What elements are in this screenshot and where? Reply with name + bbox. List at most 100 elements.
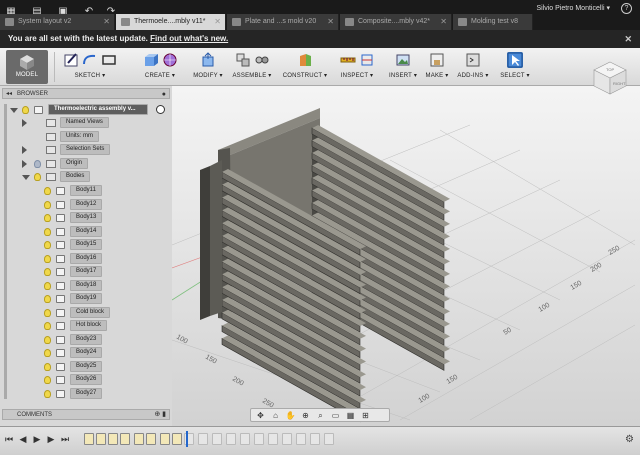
tree-body-hot-block[interactable]: Hot block <box>0 320 172 332</box>
help-icon[interactable]: ? <box>621 3 632 14</box>
inspect-menu[interactable]: INSPECT ▾ <box>334 50 380 84</box>
tree-item-bodies[interactable]: Bodies <box>0 171 172 183</box>
tree-item-units-mm[interactable]: Units: mm <box>0 131 172 143</box>
timeline-feature-icon[interactable] <box>268 433 278 445</box>
go-to-start-icon[interactable]: ⏮ <box>4 434 14 445</box>
expand-right-icon[interactable] <box>22 119 27 127</box>
tree-body-body15[interactable]: Body15 <box>0 239 172 251</box>
timeline-feature-icon[interactable] <box>108 433 118 445</box>
viewcube[interactable]: TOP RIGHT <box>590 58 630 98</box>
tab-thermoelectric-assembly[interactable]: Thermoele....mbly v11* ✕ <box>116 14 226 30</box>
close-icon[interactable]: ✕ <box>440 14 447 30</box>
visibility-bulb-icon[interactable] <box>22 106 29 114</box>
tab-system-layout[interactable]: System layout v2 ✕ <box>0 14 115 30</box>
visibility-bulb-icon[interactable] <box>44 254 51 263</box>
timeline-feature-icon[interactable] <box>240 433 250 445</box>
visibility-bulb-icon[interactable] <box>44 214 51 222</box>
orbit-icon[interactable]: ✥ <box>255 410 266 421</box>
fit-icon[interactable]: ⌕ <box>315 410 326 421</box>
tree-body-body14[interactable]: Body14 <box>0 225 172 238</box>
tree-root[interactable]: Thermoelectric assembly v... <box>0 104 172 116</box>
visibility-bulb-icon[interactable] <box>44 227 51 236</box>
timeline-feature-icon[interactable] <box>254 433 264 445</box>
timeline-feature-icon[interactable] <box>172 433 182 445</box>
display-settings-icon[interactable]: ▭ <box>330 410 341 421</box>
timeline-feature-icon[interactable] <box>212 433 222 445</box>
pan-icon[interactable]: ✋ <box>285 410 296 421</box>
expand-down-icon[interactable] <box>22 175 30 180</box>
create-menu[interactable]: CREATE ▾ <box>132 50 188 84</box>
visibility-bulb-icon[interactable] <box>44 362 51 371</box>
timeline-feature-icon[interactable] <box>324 433 334 445</box>
close-icon[interactable]: ✕ <box>327 14 334 30</box>
timeline-feature-icon[interactable] <box>282 433 292 445</box>
expand-right-icon[interactable] <box>22 160 27 168</box>
add-comment-icon[interactable]: ⊕ ▮ <box>154 410 166 420</box>
timeline-marker[interactable] <box>186 431 188 447</box>
tree-body-body12[interactable]: Body12 <box>0 198 172 211</box>
make-menu[interactable]: MAKE ▾ <box>424 50 450 84</box>
grid-settings-icon[interactable]: ▦ <box>345 410 356 421</box>
close-icon[interactable]: ✕ <box>624 30 632 48</box>
step-forward-icon[interactable]: ▶ <box>46 434 56 445</box>
timeline-feature-icon[interactable] <box>120 433 130 445</box>
workspace-switcher-button[interactable]: MODEL <box>6 50 48 84</box>
tree-scrollbar[interactable] <box>4 104 7 399</box>
tree-body-body24[interactable]: Body24 <box>0 347 172 359</box>
tree-body-body11[interactable]: Body11 <box>0 185 172 197</box>
pin-icon[interactable]: ● <box>162 89 166 100</box>
tree-body-body25[interactable]: Body25 <box>0 360 172 373</box>
timeline-feature-icon[interactable] <box>134 433 144 445</box>
visibility-bulb-icon[interactable] <box>44 281 51 290</box>
insert-menu[interactable]: INSERT ▾ <box>388 50 418 84</box>
close-icon[interactable]: ✕ <box>214 14 221 30</box>
visibility-bulb-icon[interactable] <box>44 241 51 249</box>
visibility-bulb-icon[interactable] <box>44 389 51 398</box>
timeline-feature-icon[interactable] <box>160 433 170 445</box>
step-back-icon[interactable]: ◀ <box>18 434 28 445</box>
collapse-icon[interactable]: ◂◂ <box>6 89 12 100</box>
add-ins-menu[interactable]: ADD-INS ▾ <box>456 50 490 84</box>
gear-icon[interactable]: ⚙ <box>625 434 634 445</box>
tree-item-selection-sets[interactable]: Selection Sets <box>0 144 172 156</box>
tab-plate-mold[interactable]: Plate and ...s mold v20 ✕ <box>227 14 339 30</box>
viewports-icon[interactable]: ⊞ <box>360 410 371 421</box>
timeline-feature-icon[interactable] <box>310 433 320 445</box>
tab-composite-assembly[interactable]: Composite....mbly v42* ✕ <box>340 14 452 30</box>
browser-header[interactable]: ◂◂ BROWSER ● <box>2 88 170 99</box>
visibility-bulb-icon[interactable] <box>44 200 51 209</box>
modify-menu[interactable]: MODIFY ▾ <box>190 50 226 84</box>
sketch-menu[interactable]: SKETCH ▾ <box>60 50 120 84</box>
tree-body-body13[interactable]: Body13 <box>0 212 172 224</box>
visibility-bulb-icon[interactable] <box>44 295 51 303</box>
tree-body-body27[interactable]: Body27 <box>0 387 172 400</box>
zoom-icon[interactable]: ⊕ <box>300 410 311 421</box>
timeline-feature-icon[interactable] <box>84 433 94 445</box>
tree-body-cold-block[interactable]: Cold block <box>0 306 172 319</box>
play-icon[interactable]: ▶ <box>32 434 42 445</box>
tree-body-body23[interactable]: Body23 <box>0 333 172 346</box>
tree-body-body17[interactable]: Body17 <box>0 266 172 278</box>
visibility-bulb-icon[interactable] <box>44 349 51 357</box>
assemble-menu[interactable]: ASSEMBLE ▾ <box>228 50 276 84</box>
timeline-feature-icon[interactable] <box>146 433 156 445</box>
tree-body-body19[interactable]: Body19 <box>0 293 172 305</box>
go-to-end-icon[interactable]: ⏭ <box>60 434 70 445</box>
visibility-bulb-icon[interactable] <box>44 322 51 330</box>
comments-panel[interactable]: COMMENTS ⊕ ▮ <box>2 409 170 420</box>
construct-menu[interactable]: CONSTRUCT ▾ <box>282 50 328 84</box>
tab-molding-test[interactable]: Molding test v8 <box>453 14 533 30</box>
visibility-bulb-icon[interactable] <box>44 335 51 344</box>
visibility-bulb-icon[interactable] <box>44 268 51 276</box>
select-menu[interactable]: SELECT ▾ <box>498 50 532 84</box>
whats-new-link[interactable]: Find out what's new. <box>150 34 228 43</box>
visibility-bulb-icon[interactable] <box>44 187 51 195</box>
tree-body-body16[interactable]: Body16 <box>0 252 172 265</box>
3d-viewport[interactable]: 250 200 150 100 50 150 100 50 50 100 150… <box>149 86 640 426</box>
timeline-feature-icon[interactable] <box>198 433 208 445</box>
model-canvas[interactable]: 250 200 150 100 50 150 100 50 50 100 150… <box>149 86 640 426</box>
timeline-feature-icon[interactable] <box>96 433 106 445</box>
tree-body-body26[interactable]: Body26 <box>0 374 172 386</box>
timeline-feature-icon[interactable] <box>226 433 236 445</box>
look-at-icon[interactable]: ⌂ <box>270 410 281 421</box>
